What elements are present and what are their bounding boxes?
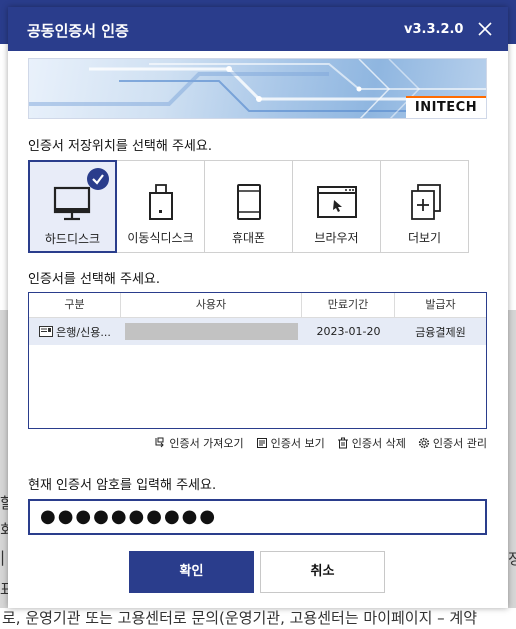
selected-check-icon bbox=[87, 168, 109, 190]
cert-prompt: 인증서를 선택해 주세요. bbox=[28, 272, 160, 287]
certificate-icon bbox=[39, 326, 54, 337]
column-header-type: 구분 bbox=[29, 293, 121, 317]
password-field[interactable]: ●●●●●●●●●● bbox=[28, 499, 487, 535]
view-icon bbox=[256, 438, 267, 448]
usb-drive-icon bbox=[148, 184, 173, 220]
action-label: 인증서 삭제 bbox=[351, 437, 406, 450]
action-label: 인증서 가져오기 bbox=[169, 437, 244, 450]
import-icon bbox=[155, 437, 165, 448]
location-hard-disk[interactable]: 하드디스크 bbox=[28, 160, 117, 253]
cancel-button[interactable]: 취소 bbox=[260, 551, 385, 593]
certificate-actions: 인증서 가져오기 인증서 보기 인증서 삭제 인증서 관리 bbox=[28, 433, 487, 453]
storage-location-selector: 하드디스크 이동식디스크 휴대폰 브라우저 더보기 bbox=[28, 160, 473, 253]
row-expiry: 2023-01-20 bbox=[316, 325, 381, 338]
initech-logo: INITECH bbox=[406, 96, 486, 118]
row-type-cell: 은행/신용... bbox=[29, 324, 121, 340]
background-text-fragment: 정 bbox=[508, 550, 516, 568]
manage-certificate-button[interactable]: 인증서 관리 bbox=[418, 433, 487, 453]
location-label: 휴대폰 bbox=[231, 231, 266, 245]
delete-certificate-button[interactable]: 인증서 삭제 bbox=[337, 433, 406, 453]
location-label: 브라우저 bbox=[314, 231, 359, 245]
action-label: 인증서 보기 bbox=[270, 437, 325, 450]
browser-icon bbox=[316, 186, 357, 218]
location-phone[interactable]: 휴대폰 bbox=[204, 160, 293, 253]
dialog-titlebar: 공동인증서 인증 v3.3.2.0 bbox=[8, 7, 508, 51]
import-certificate-button[interactable]: 인증서 가져오기 bbox=[154, 433, 244, 453]
location-more[interactable]: 더보기 bbox=[380, 160, 469, 253]
location-prompt: 인증서 저장위치를 선택해 주세요. bbox=[28, 139, 212, 154]
monitor-icon bbox=[53, 186, 90, 221]
password-prompt: 현재 인증서 암호를 입력해 주세요. bbox=[28, 478, 217, 493]
row-type: 은행/신용... bbox=[56, 325, 111, 339]
phone-icon bbox=[236, 184, 261, 220]
row-issuer: 금융결제원 bbox=[415, 325, 466, 339]
table-row[interactable]: 은행/신용... 2023-01-20 금융결제원 bbox=[29, 318, 486, 345]
row-user bbox=[121, 323, 302, 340]
location-label: 더보기 bbox=[407, 231, 442, 245]
close-icon[interactable] bbox=[472, 16, 498, 42]
table-header: 구분 사용자 만료기간 발급자 bbox=[29, 293, 486, 318]
initech-banner: INITECH bbox=[28, 58, 487, 119]
background-text-line: | bbox=[0, 548, 6, 566]
background-bottom-text: 로, 운영기관 또는 고용센터로 문의(운영기관, 고용센터는 마이페이지 – … bbox=[0, 608, 516, 629]
view-certificate-button[interactable]: 인증서 보기 bbox=[256, 433, 325, 453]
column-header-user: 사용자 bbox=[121, 293, 302, 317]
redacted-user-name bbox=[125, 323, 298, 340]
trash-icon bbox=[337, 437, 348, 449]
column-header-issuer: 발급자 bbox=[425, 298, 456, 311]
gear-icon bbox=[418, 437, 429, 449]
action-label: 인증서 관리 bbox=[432, 437, 487, 450]
certificate-table: 구분 사용자 만료기간 발급자 은행/신용... 2023-01-20 금융결제… bbox=[28, 292, 487, 429]
location-label: 하드디스크 bbox=[44, 232, 101, 246]
column-header-expiry: 만료기간 bbox=[302, 293, 395, 317]
version-label: v3.3.2.0 bbox=[404, 22, 464, 37]
ok-button[interactable]: 확인 bbox=[129, 551, 254, 593]
dialog-title: 공동인증서 인증 bbox=[27, 22, 129, 40]
location-removable-disk[interactable]: 이동식디스크 bbox=[116, 160, 205, 253]
more-icon bbox=[410, 184, 441, 220]
certificate-dialog: 공동인증서 인증 v3.3.2.0 INITECH 인증서 저장위치를 선택해 … bbox=[8, 7, 508, 608]
location-label: 이동식디스크 bbox=[127, 231, 194, 245]
location-browser[interactable]: 브라우저 bbox=[292, 160, 381, 253]
